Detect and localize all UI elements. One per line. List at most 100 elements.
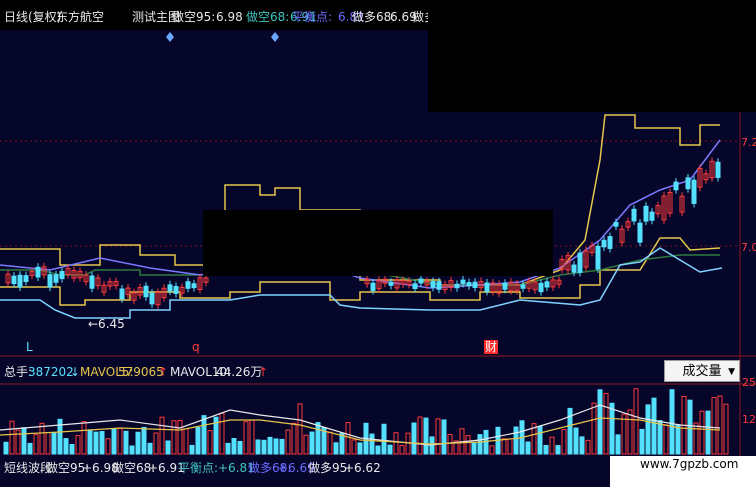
volume-bar xyxy=(555,445,561,455)
candle xyxy=(454,283,460,289)
volume-bar xyxy=(471,442,477,455)
candle xyxy=(89,275,95,289)
stock-name[interactable]: 东方航空 xyxy=(56,10,104,24)
volume-bar xyxy=(147,442,153,455)
low-price-label: ←6.45 xyxy=(88,317,125,331)
volume-bar xyxy=(231,438,237,455)
total-volume-value: 387202 xyxy=(28,365,74,379)
volume-bar xyxy=(69,443,75,455)
volume-bar xyxy=(483,429,489,455)
volume-bar xyxy=(135,431,141,455)
kline-chart[interactable] xyxy=(0,0,756,487)
volume-bar xyxy=(21,427,27,455)
candle xyxy=(370,282,376,291)
candle xyxy=(418,278,424,284)
volume-bar xyxy=(267,436,273,455)
volume-bar xyxy=(477,434,483,455)
volume-bar xyxy=(657,420,663,455)
candle xyxy=(191,283,197,289)
bottom-item-value: +6.62 xyxy=(344,461,381,475)
candle xyxy=(460,279,466,285)
volume-bar xyxy=(645,404,651,455)
volume-bar xyxy=(93,431,99,455)
price-axis-tick: 7.2 xyxy=(741,136,756,149)
volume-bar xyxy=(99,431,105,455)
volume-bar xyxy=(357,442,363,455)
volume-bar xyxy=(225,442,231,455)
header-item-label: 做多68: xyxy=(352,10,396,24)
marker-q: q xyxy=(192,340,200,354)
candle xyxy=(388,281,394,286)
volume-bar xyxy=(195,427,201,455)
volume-bar xyxy=(651,397,657,455)
volume-bar xyxy=(537,425,543,455)
candle xyxy=(715,161,721,179)
volume-bar xyxy=(111,428,117,455)
candle xyxy=(167,284,173,292)
candle xyxy=(691,179,697,204)
candle xyxy=(631,208,637,222)
volume-bar xyxy=(315,422,321,455)
candle xyxy=(544,281,550,288)
volume-bar xyxy=(543,444,549,455)
volume-bar xyxy=(687,399,693,455)
chart-period[interactable]: 日线(复权) xyxy=(4,10,61,24)
candle xyxy=(185,281,191,289)
candle xyxy=(685,177,691,190)
candle xyxy=(412,283,418,290)
mavol10-value: 44.26万 xyxy=(216,365,263,379)
candle xyxy=(17,274,23,288)
volume-axis-tick: 12 xyxy=(742,413,756,426)
overlay-black-box-top xyxy=(428,0,756,112)
volume-bar xyxy=(513,426,519,455)
up-arrow-icon: ↑ xyxy=(258,365,269,379)
volume-bar xyxy=(525,441,531,455)
candle xyxy=(538,282,544,293)
candle xyxy=(484,282,490,292)
candle xyxy=(472,281,478,289)
volume-bar xyxy=(273,438,279,455)
volume-bar xyxy=(705,410,711,455)
candle xyxy=(601,239,607,248)
candle xyxy=(430,280,436,288)
volume-bar xyxy=(309,431,315,455)
volume-bar xyxy=(261,439,267,455)
header-item-label: 做多 xyxy=(412,10,428,24)
volume-bar xyxy=(597,389,603,455)
volume-bar xyxy=(369,433,375,455)
candle xyxy=(502,282,508,290)
volume-bar xyxy=(189,444,195,455)
volume-bar xyxy=(423,417,429,455)
candle xyxy=(571,264,577,273)
volume-bar xyxy=(87,429,93,455)
volume-bar xyxy=(579,436,585,455)
volume-bar xyxy=(51,432,57,455)
indicator-selector-dropdown[interactable]: 成交量 ▼ xyxy=(664,360,740,382)
candle xyxy=(47,274,53,288)
indicator-selector-value: 成交量 xyxy=(682,364,722,379)
volume-bar xyxy=(123,430,129,455)
volume-bar xyxy=(255,439,261,455)
volume-axis-tick: 25 xyxy=(742,376,756,389)
volume-bar xyxy=(609,402,615,455)
candle xyxy=(35,266,41,278)
volume-bar xyxy=(141,426,147,455)
candle xyxy=(607,236,613,249)
event-badge-cai[interactable]: 财 xyxy=(484,340,499,354)
candle xyxy=(143,285,149,298)
candle xyxy=(59,270,65,280)
volume-bar xyxy=(375,445,381,455)
header-item-value: 6.98 xyxy=(216,10,243,24)
candle xyxy=(643,205,649,222)
mavol5-value: 579065 xyxy=(118,365,164,379)
volume-bar xyxy=(675,424,681,455)
header-item-label: 做空95: xyxy=(172,10,216,24)
chevron-down-icon: ▼ xyxy=(728,367,735,377)
candle xyxy=(119,288,125,300)
volume-bar xyxy=(669,389,675,455)
volume-bar xyxy=(333,442,339,455)
header-item-label: 平衡点: xyxy=(292,10,333,24)
bottom-indicator-title[interactable]: 短线波段 xyxy=(4,461,52,475)
volume-bar xyxy=(129,445,135,455)
marker-l: L xyxy=(26,340,33,354)
